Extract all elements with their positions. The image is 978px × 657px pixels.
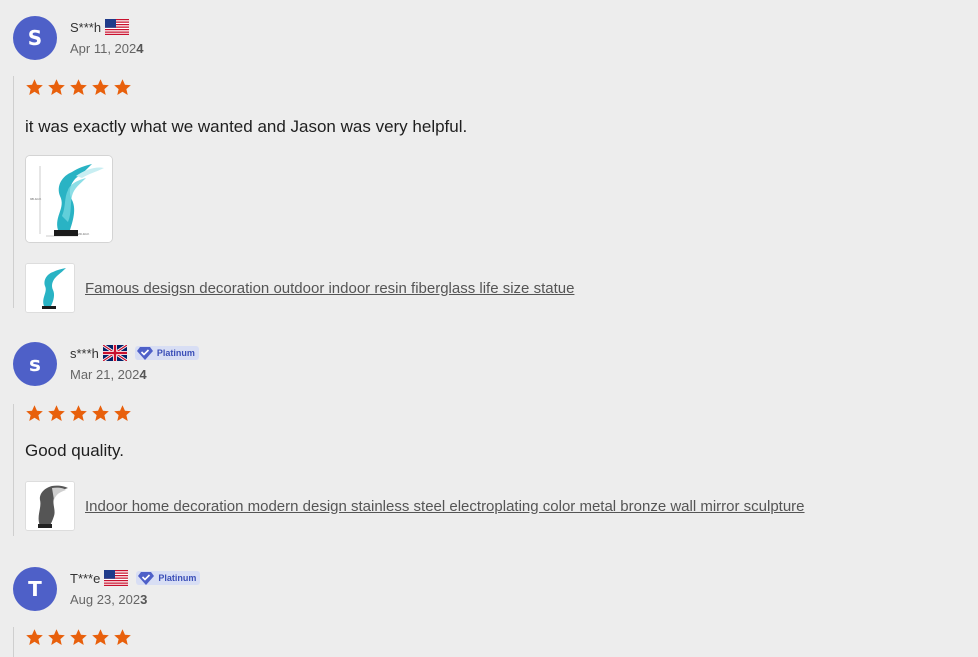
review-body: Good quality. Indoor home decoration mod… <box>13 404 805 536</box>
product-link[interactable]: Indoor home decoration modern design sta… <box>85 498 805 515</box>
us-flag-icon <box>104 570 129 586</box>
product-thumbnail[interactable] <box>25 481 75 531</box>
review-body: it was exactly what we wanted and Jason … <box>13 76 574 313</box>
star-icon <box>69 628 88 648</box>
star-icon <box>47 78 66 98</box>
star-icon <box>69 404 88 424</box>
star-icon <box>91 404 110 424</box>
star-icon <box>25 404 44 424</box>
product-row: Indoor home decoration modern design sta… <box>25 481 805 531</box>
star-icon <box>69 78 88 98</box>
review-text: Good quality. <box>25 441 124 460</box>
star-icon <box>47 404 66 424</box>
star-icon <box>47 628 66 648</box>
review-text: it was exactly what we wanted and Jason … <box>25 117 468 136</box>
star-icon <box>91 628 110 648</box>
reviewer-name: S***h <box>70 19 102 35</box>
star-icon <box>113 628 132 648</box>
reviewer-meta: s***h Platinum Mar 21, 2024 <box>70 344 199 382</box>
star-icon <box>113 78 132 98</box>
avatar: T <box>13 567 57 611</box>
diamond-check-icon <box>138 572 155 585</box>
reviewer-name: s***h <box>70 345 99 361</box>
star-icon <box>91 78 110 98</box>
diamond-check-icon <box>136 347 153 360</box>
svg-text:98.4cm: 98.4cm <box>30 197 41 201</box>
star-icon <box>113 404 132 424</box>
uk-flag-icon <box>102 345 127 361</box>
star-icon <box>25 78 44 98</box>
star-rating <box>25 404 805 424</box>
product-row: Famous desigsn decoration outdoor indoor… <box>25 263 574 313</box>
avatar: s <box>13 342 57 386</box>
us-flag-icon <box>105 19 130 35</box>
star-rating <box>25 628 132 648</box>
product-thumbnail[interactable] <box>25 263 75 313</box>
reviewer-name: T***e <box>70 570 101 586</box>
star-icon <box>25 628 44 648</box>
review-photo[interactable]: 98.4cm 20.0cm <box>25 155 113 243</box>
svg-text:20.0cm: 20.0cm <box>78 232 89 236</box>
platinum-badge: Platinum <box>136 571 201 585</box>
reviewer-meta: S***h Apr 11, 2024 <box>70 18 144 56</box>
review-date: Apr 11, 2024 <box>70 41 144 56</box>
avatar: S <box>13 16 57 60</box>
product-link[interactable]: Famous desigsn decoration outdoor indoor… <box>85 280 574 297</box>
platinum-badge: Platinum <box>134 346 199 360</box>
star-rating <box>25 78 574 98</box>
review-body <box>13 627 132 657</box>
review-date: Aug 23, 2023 <box>70 592 148 607</box>
review-date: Mar 21, 2024 <box>70 367 147 382</box>
reviewer-meta: T***e Platinum Aug 23, 2023 <box>70 569 201 607</box>
